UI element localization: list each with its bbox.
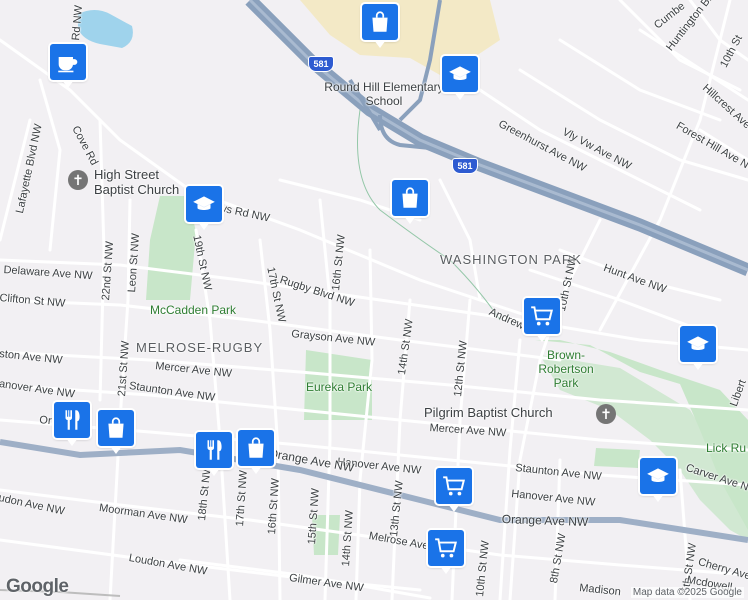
park-label[interactable]: Brown-Robertson Park [526, 348, 606, 390]
map-attribution[interactable]: Map data ©2025 Google [630, 587, 744, 598]
cart-pin-melrose[interactable] [428, 530, 464, 574]
shopping-cart-icon [443, 476, 465, 496]
shopping-pin-mid[interactable] [392, 180, 428, 224]
interstate-shield: 581 [452, 158, 478, 174]
cart-pin-staunton[interactable] [436, 468, 472, 512]
graduation-cap-icon [449, 66, 471, 80]
street-label: Orange Ave NW [501, 512, 589, 530]
shopping-bag-icon [372, 11, 388, 32]
restaurant-pin-center[interactable] [196, 432, 232, 476]
school-label[interactable]: Round Hill Elementary School [324, 80, 444, 108]
park-label[interactable]: Lick Ru [706, 441, 746, 455]
fork-knife-icon [65, 410, 80, 430]
neighborhood-label: WASHINGTON PARK [440, 252, 582, 267]
graduation-cap-icon [193, 196, 215, 210]
school-pin-roundhill[interactable] [442, 56, 478, 100]
graduation-cap-icon [647, 468, 669, 482]
school-pin-carver[interactable] [640, 458, 676, 502]
shopping-bag-icon [248, 437, 264, 458]
coffee-pin[interactable] [50, 44, 86, 88]
shopping-pin-west[interactable] [98, 410, 134, 454]
school-pin-east[interactable] [680, 326, 716, 370]
neighborhood-label: MELROSE-RUGBY [136, 340, 264, 355]
street-label: Or [38, 414, 53, 428]
coffee-icon [58, 57, 78, 73]
church-icon[interactable]: ✝ [68, 170, 88, 190]
cart-pin-andrews[interactable] [524, 298, 560, 342]
interstate-shield: 581 [308, 56, 334, 72]
graduation-cap-icon [687, 336, 709, 350]
park-label[interactable]: Eureka Park [306, 380, 372, 394]
shopping-pin-top[interactable] [362, 4, 398, 48]
shopping-bag-icon [402, 187, 418, 208]
fork-knife-icon [207, 440, 222, 460]
shopping-cart-icon [531, 306, 553, 326]
poi-label[interactable]: Pilgrim Baptist Church [424, 405, 553, 420]
restaurant-pin-west[interactable] [54, 402, 90, 446]
google-logo: Google [6, 576, 69, 597]
map-view[interactable]: 581 581 WASHINGTON PARK MELROSE-RUGBY Mc… [0, 0, 748, 600]
park-label[interactable]: McCadden Park [150, 303, 236, 317]
shopping-bag-icon [108, 417, 124, 438]
shopping-cart-icon [435, 538, 457, 558]
shopping-pin-center[interactable] [238, 430, 274, 474]
school-pin-highstreet[interactable] [186, 186, 222, 230]
church-icon[interactable]: ✝ [596, 404, 616, 424]
poi-label[interactable]: High Street Baptist Church [94, 167, 194, 197]
